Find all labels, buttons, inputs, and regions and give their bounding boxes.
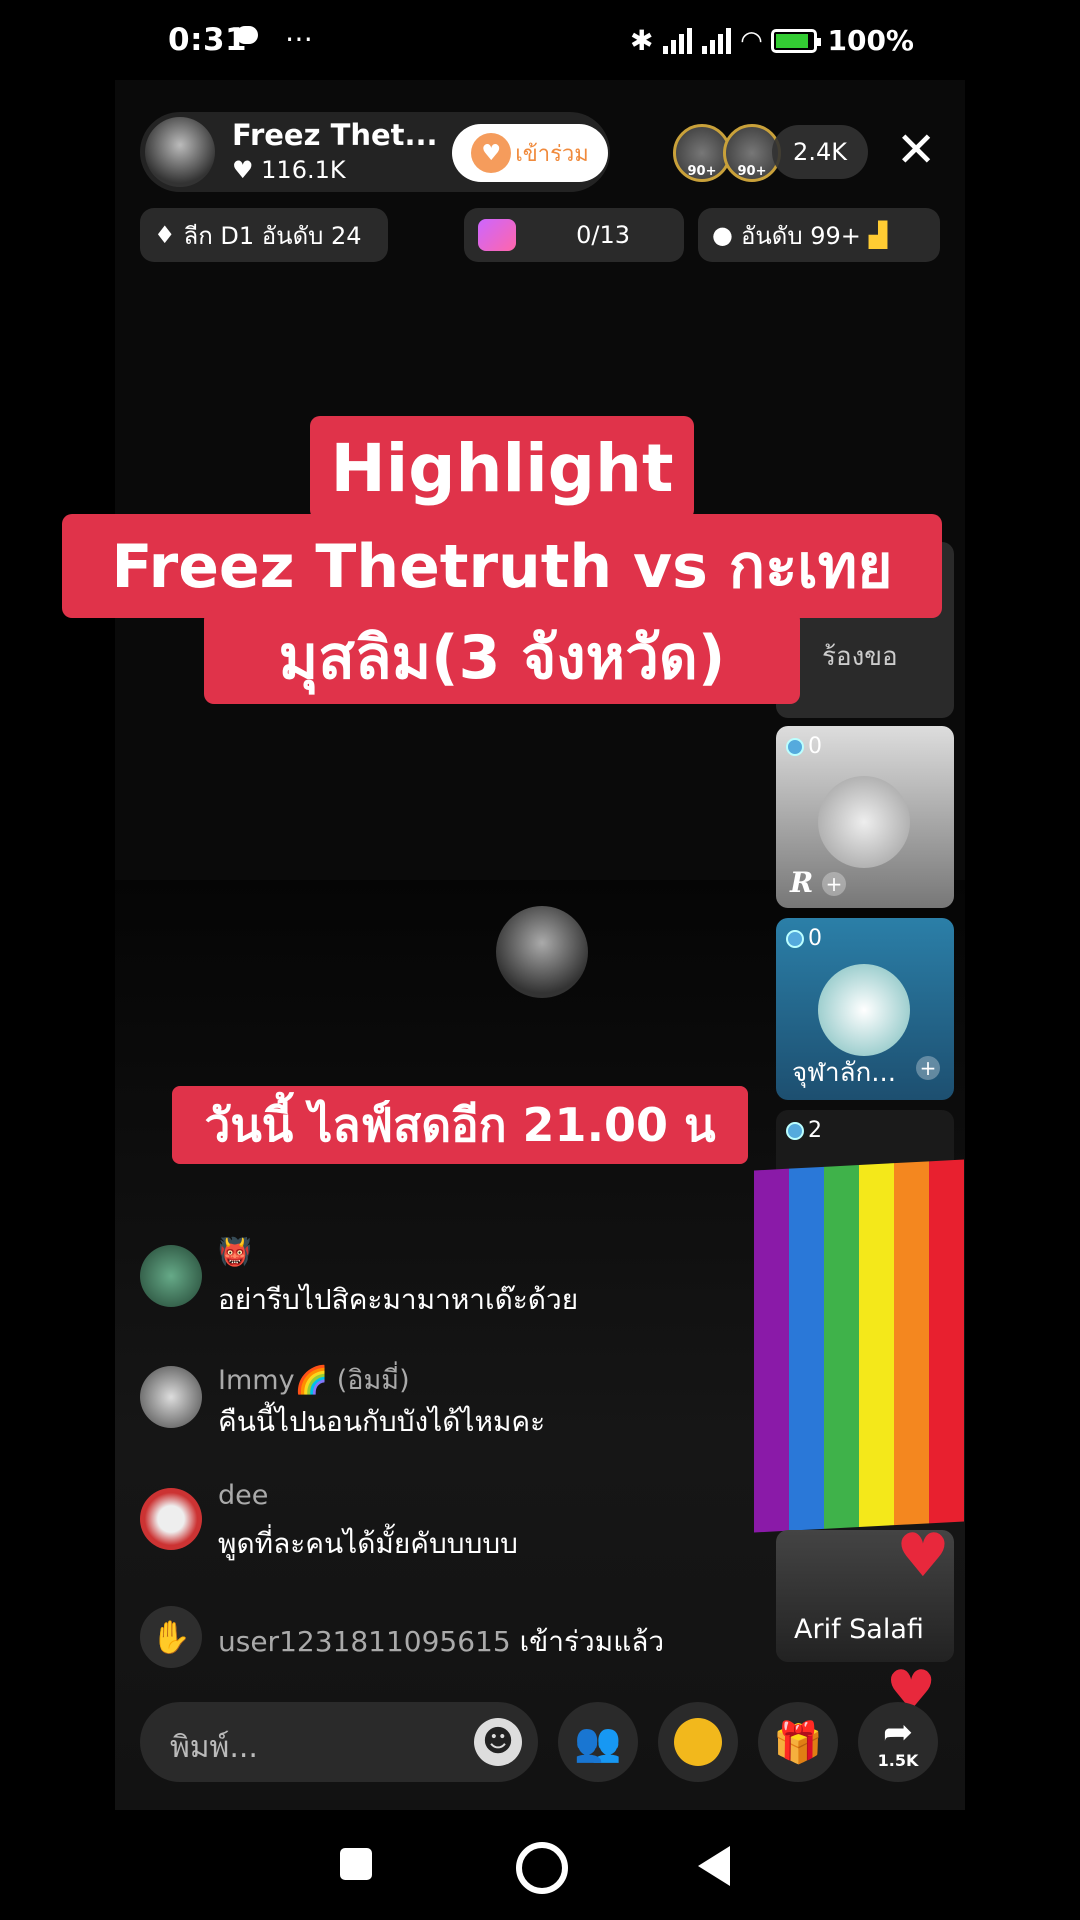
host-avatar[interactable]	[145, 117, 215, 187]
chat-message: อย่ารีบไปสิคะมามาหาเด๊ะด้วย	[218, 1283, 579, 1316]
diamond-icon: ♦	[154, 221, 176, 249]
guest-card-2[interactable]: 0 จุฬาลัก... +	[776, 918, 954, 1100]
join-button[interactable]: ♥ เข้าร่วม	[452, 124, 608, 182]
battery-percent: 100%	[827, 24, 914, 57]
league-chip[interactable]: ♦ ลีก D1 อันดับ 24	[140, 208, 388, 262]
battery-icon	[771, 28, 822, 53]
comment-placeholder: พิมพ์...	[170, 1730, 258, 1765]
beach-avatar	[818, 964, 910, 1056]
goal-chip[interactable]: 0/13	[464, 208, 684, 262]
wifi-icon: ◠	[741, 25, 762, 56]
caption-matchup: Freez Thetruth vs กะเทย	[62, 514, 942, 618]
host-name: Freez Thet...	[232, 118, 438, 152]
coin-value: 2	[808, 1118, 822, 1143]
join-notice: user1231811095615 เข้าร่วมแล้ว	[218, 1620, 664, 1664]
heart-icon: ♥	[232, 156, 254, 184]
coin-icon	[786, 929, 804, 948]
coin-value: 0	[808, 734, 822, 759]
more-notifications-icon: ⋯	[285, 22, 313, 55]
chat-username[interactable]: 👹	[218, 1236, 252, 1268]
heart-reaction-icon: ♥	[896, 1521, 950, 1591]
caption-title: Highlight	[310, 416, 694, 520]
comment-input[interactable]: พิมพ์... ☻	[140, 1702, 538, 1782]
share-arrow-icon: ➦	[882, 1711, 914, 1753]
likes-count: 116.1K	[261, 156, 346, 184]
gift-box-icon	[478, 219, 516, 251]
coupon-icon	[674, 1718, 722, 1766]
signal-icon	[663, 27, 693, 54]
wave-icon: ✋	[140, 1606, 202, 1668]
guest-avatar	[496, 906, 588, 998]
chat-avatar[interactable]	[140, 1366, 202, 1428]
user-icon: ●	[712, 221, 733, 249]
join-notice-user[interactable]: user1231811095615	[218, 1625, 511, 1658]
rank-label: อันดับ 99+	[740, 221, 861, 250]
guest-name: R	[790, 866, 814, 899]
chat-avatar[interactable]	[140, 1488, 202, 1550]
caption-subtitle: มุสลิม(3 จังหวัด)	[204, 610, 800, 704]
gift-button[interactable]: 🎁	[758, 1702, 838, 1782]
coin-count: 0	[786, 926, 822, 951]
host-likes: ♥ 116.1K	[232, 156, 346, 184]
home-nav-icon[interactable]	[516, 1842, 568, 1894]
rank-chip[interactable]: ● อันดับ 99+ ▟	[698, 208, 940, 262]
coin-icon	[786, 737, 804, 756]
emoji-icon[interactable]: ☻	[474, 1718, 522, 1766]
chat-bubble-icon	[236, 26, 258, 44]
join-notice-text: เข้าร่วมแล้ว	[519, 1625, 665, 1658]
chat-message: พูดที่ละคนได้มั้ยคับบบบบ	[218, 1527, 518, 1560]
signal-icon-2	[702, 27, 732, 54]
caption-schedule: วันนี้ ไลฟ์สดอีก 21.00 น	[172, 1086, 748, 1164]
chat-username[interactable]: Immy🌈 (อิมมี่)	[218, 1358, 410, 1401]
share-button[interactable]: ➦ 1.5K	[858, 1702, 938, 1782]
gift-icon: 🎁	[773, 1719, 823, 1766]
join-label: เข้าร่วม	[515, 141, 589, 167]
status-time: 0:31	[168, 22, 248, 58]
podium-icon: ▟	[868, 221, 888, 249]
viewer-count[interactable]: 2.4K	[772, 125, 868, 179]
back-nav-icon[interactable]	[698, 1846, 730, 1886]
people-icon: 👥	[574, 1719, 622, 1764]
goal-progress: 0/13	[576, 221, 630, 249]
rainbow-flag-sticker	[754, 1159, 964, 1533]
promo-button[interactable]	[658, 1702, 738, 1782]
cat-avatar	[818, 776, 910, 868]
chat-username[interactable]: dee	[218, 1480, 268, 1511]
league-label: ลีก D1 อันดับ 24	[183, 221, 362, 250]
coin-icon	[786, 1121, 804, 1140]
heart-plus-icon: ♥	[471, 133, 512, 173]
coin-value: 0	[808, 926, 822, 951]
guest-name: จุฬาลัก...	[792, 1058, 897, 1088]
close-button[interactable]: ✕	[896, 126, 936, 174]
status-icons: ✱ ◠ 100%	[630, 24, 914, 57]
guest-name: Arif Salafi	[794, 1614, 924, 1645]
multi-guest-button[interactable]: 👥	[558, 1702, 638, 1782]
share-count: 1.5K	[877, 1750, 919, 1770]
bluetooth-icon: ✱	[630, 24, 654, 57]
add-icon[interactable]: +	[916, 1056, 940, 1080]
coin-count: 2	[786, 1118, 822, 1143]
viewer-badge: 90+	[687, 164, 717, 179]
recents-nav-icon[interactable]	[340, 1848, 372, 1880]
coin-count: 0	[786, 734, 822, 759]
viewer-badge: 90+	[737, 164, 767, 179]
add-icon[interactable]: +	[822, 872, 846, 896]
guest-card-1[interactable]: 0 R +	[776, 726, 954, 908]
chat-avatar[interactable]	[140, 1245, 202, 1307]
chat-message: คืนนี้ไปนอนกับบังได้ไหมคะ	[218, 1405, 546, 1438]
request-label: ร้องขอ	[822, 642, 898, 672]
